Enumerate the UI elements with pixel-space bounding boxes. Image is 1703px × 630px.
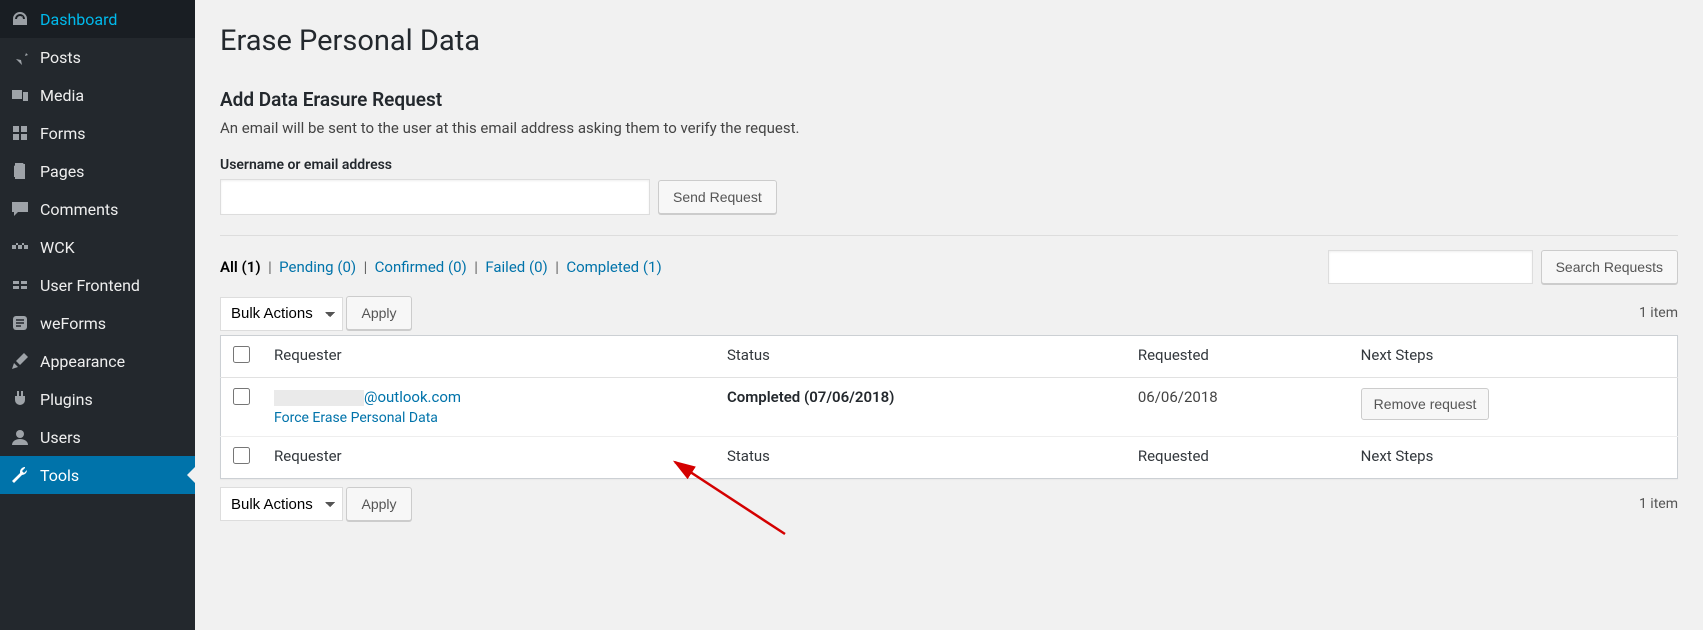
weforms-icon <box>10 313 30 333</box>
filter-completed[interactable]: Completed (1) <box>566 258 661 276</box>
items-count-top: 1 item <box>1639 305 1678 321</box>
col-next-foot: Next Steps <box>1349 436 1678 478</box>
row-requested-date: 06/06/2018 <box>1138 388 1218 406</box>
col-requester-foot: Requester <box>262 436 715 478</box>
bulk-actions-select-top[interactable]: Bulk Actions <box>220 297 343 331</box>
sidebar-item-label: Plugins <box>40 390 93 409</box>
sidebar-item-label: weForms <box>40 314 106 333</box>
wck-icon <box>10 237 30 257</box>
sidebar-item-plugins[interactable]: Plugins <box>0 380 195 418</box>
sidebar-item-label: Appearance <box>40 352 125 371</box>
row-checkbox[interactable] <box>233 388 250 405</box>
row-status: Completed (07/06/2018) <box>727 388 894 406</box>
main-content: Erase Personal Data Add Data Erasure Req… <box>195 0 1703 630</box>
force-erase-action[interactable]: Force Erase Personal Data <box>274 410 438 426</box>
send-request-button[interactable]: Send Request <box>658 180 777 214</box>
requests-table: Requester Status Requested Next Steps @o… <box>220 335 1678 479</box>
select-all-top[interactable] <box>233 346 250 363</box>
pages-icon <box>10 161 30 181</box>
sidebar-item-posts[interactable]: Posts <box>0 38 195 76</box>
apply-button-top[interactable]: Apply <box>346 296 411 330</box>
redacted-email-prefix <box>274 390 364 406</box>
forms-icon <box>10 123 30 143</box>
status-filters: All (1) | Pending (0) | Confirmed (0) | … <box>220 258 662 276</box>
col-requested-foot: Requested <box>1126 436 1349 478</box>
user-frontend-icon <box>10 275 30 295</box>
sidebar-item-user-frontend[interactable]: User Frontend <box>0 266 195 304</box>
filter-pending[interactable]: Pending (0) <box>279 258 360 276</box>
sidebar-item-media[interactable]: Media <box>0 76 195 114</box>
divider <box>220 235 1678 236</box>
select-all-bottom[interactable] <box>233 447 250 464</box>
sidebar-item-label: Users <box>40 428 81 447</box>
sidebar-item-label: User Frontend <box>40 276 140 295</box>
filter-failed[interactable]: Failed (0) <box>485 258 551 276</box>
pin-icon <box>10 47 30 67</box>
filter-confirmed[interactable]: Confirmed (0) <box>375 258 471 276</box>
bulk-actions-select-bottom[interactable]: Bulk Actions <box>220 487 343 521</box>
remove-request-button[interactable]: Remove request <box>1361 388 1490 420</box>
sidebar-item-wck[interactable]: WCK <box>0 228 195 266</box>
page-title: Erase Personal Data <box>220 10 1678 64</box>
col-status-foot: Status <box>715 436 1126 478</box>
requester-email-link[interactable]: @outlook.com <box>274 388 461 406</box>
col-status: Status <box>715 335 1126 377</box>
sidebar-item-users[interactable]: Users <box>0 418 195 456</box>
admin-sidebar: Dashboard Posts Media Forms Pages Commen… <box>0 0 195 630</box>
user-icon <box>10 427 30 447</box>
wrench-icon <box>10 465 30 485</box>
sidebar-item-label: Media <box>40 86 84 105</box>
sidebar-item-dashboard[interactable]: Dashboard <box>0 0 195 38</box>
apply-button-bottom[interactable]: Apply <box>346 487 411 521</box>
sidebar-item-tools[interactable]: Tools <box>0 456 195 494</box>
comment-icon <box>10 199 30 219</box>
sidebar-item-comments[interactable]: Comments <box>0 190 195 228</box>
sidebar-item-pages[interactable]: Pages <box>0 152 195 190</box>
items-count-bottom: 1 item <box>1639 496 1678 512</box>
sidebar-item-label: Comments <box>40 200 118 219</box>
col-requester[interactable]: Requester <box>262 335 715 377</box>
sidebar-item-label: WCK <box>40 238 75 257</box>
sidebar-item-weforms[interactable]: weForms <box>0 304 195 342</box>
table-row: @outlook.com Force Erase Personal Data C… <box>221 377 1678 436</box>
section-description: An email will be sent to the user at thi… <box>220 119 1678 137</box>
dashboard-icon <box>10 9 30 29</box>
sidebar-item-label: Forms <box>40 124 86 143</box>
sidebar-item-label: Pages <box>40 162 84 181</box>
sidebar-item-label: Dashboard <box>40 10 117 29</box>
sidebar-item-label: Posts <box>40 48 81 67</box>
col-requested[interactable]: Requested <box>1126 335 1349 377</box>
plug-icon <box>10 389 30 409</box>
media-icon <box>10 85 30 105</box>
username-email-input[interactable] <box>220 179 650 215</box>
sidebar-item-appearance[interactable]: Appearance <box>0 342 195 380</box>
search-requests-button[interactable]: Search Requests <box>1541 250 1678 284</box>
col-next: Next Steps <box>1349 335 1678 377</box>
sidebar-item-forms[interactable]: Forms <box>0 114 195 152</box>
sidebar-item-label: Tools <box>40 466 79 485</box>
filter-all[interactable]: All (1) <box>220 258 264 276</box>
section-heading: Add Data Erasure Request <box>220 88 1678 111</box>
search-requests-input[interactable] <box>1328 250 1533 284</box>
brush-icon <box>10 351 30 371</box>
input-label: Username or email address <box>220 157 1678 173</box>
